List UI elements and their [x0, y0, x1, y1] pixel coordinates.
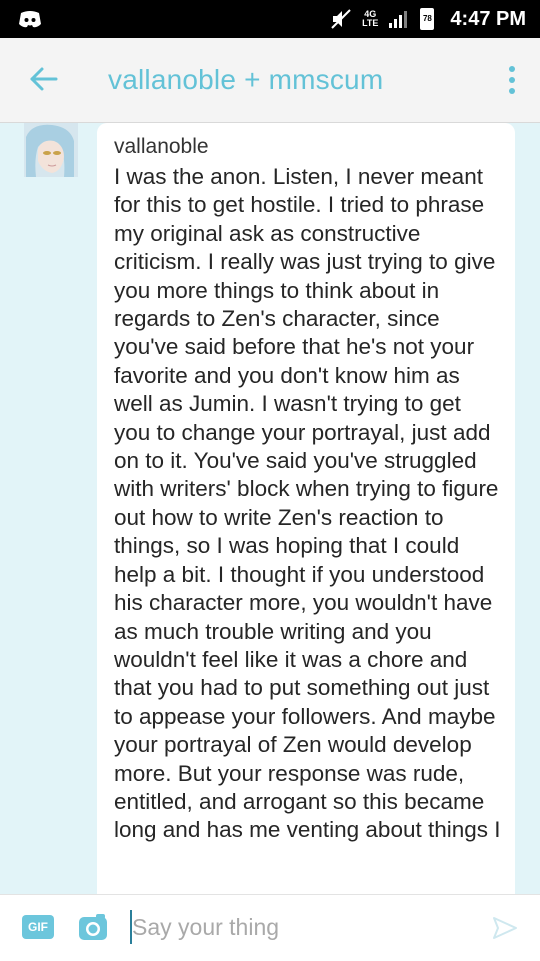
status-icons: 4G LTE 78 4:47 PM — [330, 0, 526, 38]
volume-mute-icon — [331, 9, 351, 29]
network-indicator: 4G LTE — [362, 10, 378, 28]
message-text: I was the anon. Listen, I never meant fo… — [114, 164, 501, 843]
message-bubble: vallanoble I was the anon. Listen, I nev… — [97, 123, 515, 895]
message-thread[interactable]: vallanoble I was the anon. Listen, I nev… — [0, 123, 540, 895]
clock: 4:47 PM — [450, 7, 526, 30]
battery-level: 78 — [422, 14, 432, 23]
status-bar: 4G LTE 78 4:47 PM — [0, 0, 540, 38]
conversation-title: vallanoble + mmscum — [108, 64, 384, 95]
sender-name[interactable]: vallanoble — [114, 135, 501, 159]
gif-button[interactable]: GIF — [22, 915, 54, 939]
more-vertical-icon[interactable] — [504, 64, 520, 96]
message-input[interactable] — [132, 909, 462, 945]
battery-icon: 78 — [420, 8, 435, 30]
send-icon[interactable] — [492, 915, 518, 941]
arrow-left-icon[interactable] — [26, 62, 60, 96]
message-composer: GIF — [0, 894, 540, 961]
camera-icon[interactable] — [78, 913, 108, 941]
signal-icon — [389, 11, 408, 28]
avatar[interactable] — [24, 123, 78, 177]
conversation-header: vallanoble + mmscum — [0, 38, 540, 123]
network-sublabel: LTE — [362, 18, 379, 28]
discord-icon — [19, 11, 41, 28]
